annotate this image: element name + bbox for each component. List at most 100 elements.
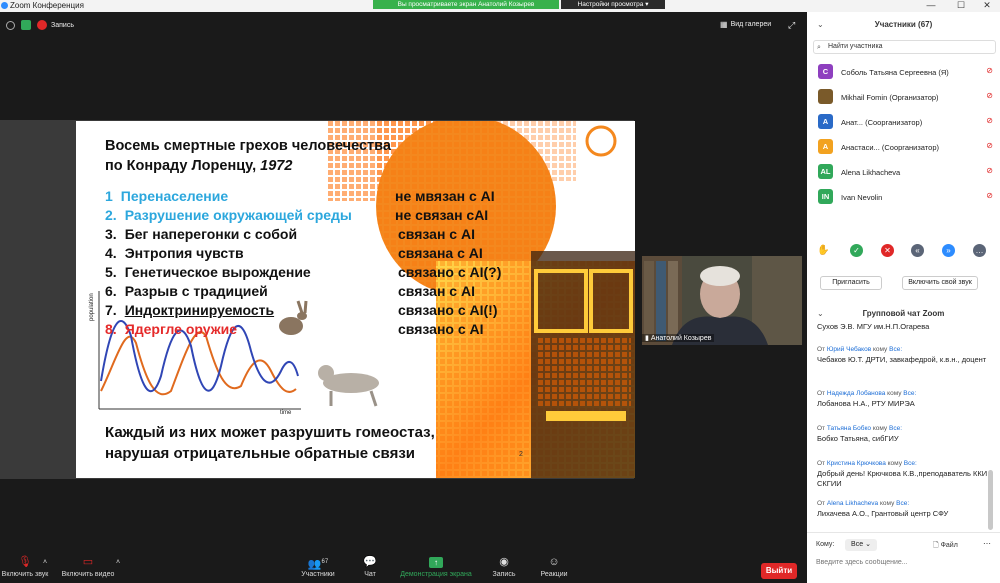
video-options-chevron-icon[interactable]: ˄ <box>113 559 123 566</box>
chat-recipient-select[interactable]: Все ⌄ <box>845 539 877 551</box>
signal-icon: ▮ <box>645 335 649 342</box>
participant-row[interactable]: IN Ivan Nevolin ⊘ <box>807 185 993 210</box>
file-button[interactable]: 🗋 Файл <box>933 541 958 552</box>
chat-from-prefix: От <box>817 390 826 397</box>
record-button[interactable]: ◉ Запись <box>488 555 520 578</box>
yes-icon[interactable]: ✓ <box>850 244 863 257</box>
slide-item-status: связан с AI <box>398 226 475 242</box>
avatar: С <box>818 64 833 79</box>
participant-row[interactable]: А Анат... (Соорганизатор) ⊘ <box>807 110 993 135</box>
chat-recipient: Все: <box>889 425 903 432</box>
more-reactions-icon[interactable]: … <box>973 244 986 257</box>
slide-item: 8. Ядергле оружие <box>105 320 237 339</box>
chat-sender[interactable]: Юрий Чебаков <box>827 346 871 353</box>
chat-message-meta: От Alena Likhacheva кому Все: <box>817 500 993 507</box>
slide-item-number: 7. <box>105 302 117 318</box>
chat-recipient-value: Все <box>851 541 864 548</box>
raise-hand-icon[interactable]: ✋ <box>817 244 830 257</box>
chat-message-input[interactable] <box>816 556 992 568</box>
slide-item-text: Перенаселение <box>120 188 229 204</box>
shield-icon[interactable] <box>21 20 31 30</box>
chat-messages: Сухов Э.В. МГУ им.Н.П.Огарева От Юрий Че… <box>817 322 993 532</box>
participant-name: Alena Likhacheva <box>841 168 901 177</box>
video-participant-name: ▮ Анатолий Козырев <box>642 334 715 342</box>
participant-name: Ivan Nevolin <box>841 193 883 202</box>
fullscreen-icon[interactable]: ⤢ <box>788 20 795 31</box>
chat-label: Чат <box>364 571 376 578</box>
minimize-button[interactable]: — <box>916 0 946 12</box>
slide-item: 1 Перенаселение <box>105 187 228 206</box>
mic-muted-icon: ⊘ <box>986 91 993 100</box>
slide-item: 2. Разрушение окружающей среды <box>105 206 352 225</box>
slide-item-text: Генетическое вырождение <box>124 264 311 280</box>
no-icon[interactable]: ✕ <box>881 244 894 257</box>
participants-button[interactable]: 👥67 Участники <box>295 555 341 578</box>
go-slower-icon[interactable]: « <box>911 244 924 257</box>
chat-to-word: кому <box>880 500 895 507</box>
share-screen-label: Демонстрация экрана <box>400 571 472 578</box>
view-options-button[interactable]: Настройки просмотра ▾ <box>561 0 665 9</box>
participant-row[interactable]: AL Alena Likhacheva ⊘ <box>807 160 993 185</box>
participant-row[interactable]: С Соболь Татьяна Сергеевна (Я) ⊘ <box>807 60 993 85</box>
unmute-me-button[interactable]: Включить свой звук <box>902 276 978 290</box>
chat-sender[interactable]: Татьяна Бобко <box>827 425 871 432</box>
go-faster-icon[interactable]: » <box>942 244 955 257</box>
chat-message-text: Добрый день! Крючкова К.В.,преподаватель… <box>817 469 988 488</box>
audio-options-chevron-icon[interactable]: ˄ <box>40 559 50 566</box>
chat-to-word: кому <box>872 425 888 432</box>
slide-item-number: 1 <box>105 188 113 204</box>
gallery-view-button[interactable]: ▦ Вид галереи <box>720 20 771 29</box>
leave-button[interactable]: Выйти <box>761 563 797 579</box>
slide-item-status: связана с AI <box>398 245 483 261</box>
slide-item-status: связан с AI <box>398 283 475 299</box>
avatar: А <box>818 114 833 129</box>
chat-button[interactable]: 💬 Чат <box>355 555 385 578</box>
chat-sender[interactable]: Кристина Крючкова <box>827 460 886 467</box>
record-label: Запись <box>492 571 516 578</box>
participant-name: Анастаси... (Соорганизатор) <box>841 143 939 152</box>
chat-bubble-icon: 💬 <box>363 556 377 568</box>
slide-item-number: 8. <box>105 321 117 337</box>
video-participant-label: Анатолий Козырев <box>650 335 712 342</box>
chat-sender[interactable]: Надежда Лобанова <box>827 390 885 397</box>
chevron-down-icon: ⌄ <box>865 541 871 548</box>
info-icon[interactable] <box>6 20 15 30</box>
slide-title-line2: по Конраду Лоренцу, <box>105 158 261 174</box>
mic-muted-icon: ⊘ <box>986 116 993 125</box>
record-icon: ◉ <box>499 556 509 568</box>
mic-muted-icon: ⊘ <box>986 141 993 150</box>
chat-recipient: Все: <box>896 500 910 507</box>
chat-from-prefix: От <box>817 500 826 507</box>
slide-item-number: 3. <box>105 226 117 242</box>
chat-to-word: кому <box>887 460 902 467</box>
participant-row[interactable]: А Анастаси... (Соорганизатор) ⊘ <box>807 135 993 160</box>
start-video-button[interactable]: ▭ Включить видео <box>56 555 120 578</box>
slide-item-status: связано с AI(?) <box>398 264 502 280</box>
invite-button[interactable]: Пригласить <box>820 276 882 290</box>
gallery-view-label: Вид галереи <box>730 21 772 28</box>
chat-message-meta: От Татьяна Бобко кому Все: <box>817 425 993 432</box>
chat-message-meta: От Надежда Лобанова кому Все: <box>817 390 993 397</box>
file-icon: 🗋 <box>933 542 939 549</box>
shared-slide: Восемь смертные грехов человечества по К… <box>76 121 635 478</box>
chat-message-text: Лихачева А.О., Грантовый центр СФУ <box>817 509 949 518</box>
avatar: AL <box>818 164 833 179</box>
chat-scrollbar[interactable] <box>988 470 993 530</box>
video-tile[interactable] <box>642 256 802 345</box>
side-panel: ⌄ Участники (67) ⌕ Найти участника С Собо… <box>807 12 1000 583</box>
reactions-button[interactable]: ☺ Реакции <box>535 555 573 578</box>
avatar <box>818 89 833 104</box>
start-video-label: Включить видео <box>61 571 115 578</box>
grid-icon: ▦ <box>720 20 728 29</box>
slide-item-text: Разрыв с традицией <box>124 283 268 299</box>
close-button[interactable]: ✕ <box>972 0 1000 12</box>
more-options-icon[interactable]: ⋯ <box>983 539 991 548</box>
recording-label[interactable]: Запись <box>51 22 74 29</box>
chat-sender[interactable]: Alena Likhacheva <box>827 500 878 507</box>
participant-search-input[interactable]: ⌕ Найти участника <box>813 40 996 54</box>
participant-row[interactable]: Mikhail Fomin (Организатор) ⊘ <box>807 85 993 110</box>
slide-title: Восемь смертные грехов человечества по К… <box>105 136 391 176</box>
slide-item-status: связано с AI <box>398 321 484 337</box>
slide-item-number: 2. <box>105 207 117 223</box>
share-screen-button[interactable]: ↑ Демонстрация экрана <box>396 555 476 578</box>
